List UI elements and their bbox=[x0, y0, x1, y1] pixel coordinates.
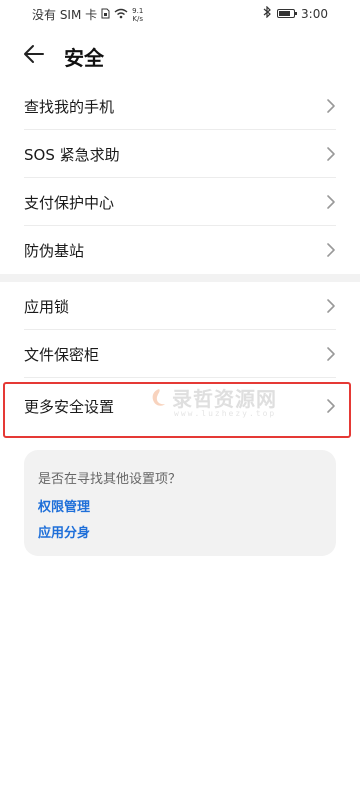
chevron-right-icon bbox=[326, 298, 336, 314]
anti-fake-base-station-item[interactable]: 防伪基站 bbox=[24, 226, 336, 274]
battery-level bbox=[279, 11, 291, 16]
header: 安全 bbox=[0, 34, 360, 74]
net-speed-value: 9.1 bbox=[132, 6, 144, 15]
chevron-right-icon bbox=[326, 194, 336, 210]
settings-group-2: 应用锁 文件保密柜 更多安全设置 bbox=[24, 282, 336, 434]
item-label: 查找我的手机 bbox=[24, 98, 115, 116]
wifi-icon bbox=[114, 8, 128, 22]
file-safe-item[interactable]: 文件保密柜 bbox=[24, 330, 336, 378]
suggestion-question: 是否在寻找其他设置项？ bbox=[38, 472, 182, 487]
back-button[interactable] bbox=[22, 42, 50, 66]
item-label: SOS 紧急求助 bbox=[24, 146, 120, 164]
arrow-left-icon bbox=[22, 45, 46, 70]
item-label: 防伪基站 bbox=[24, 242, 85, 260]
app-twin-link[interactable]: 应用分身 bbox=[38, 522, 90, 541]
security-settings-screen: 没有 SIM 卡 9.1 K/s 3:00 安全 查找我的手机 SOS 紧急求助… bbox=[0, 0, 360, 800]
chevron-right-icon bbox=[326, 98, 336, 114]
sos-emergency-item[interactable]: SOS 紧急求助 bbox=[24, 130, 336, 178]
status-left: 没有 SIM 卡 9.1 K/s bbox=[32, 6, 143, 23]
group-divider bbox=[0, 274, 360, 282]
carrier-text: 没有 SIM 卡 bbox=[32, 8, 98, 22]
suggestion-card: 是否在寻找其他设置项？ 权限管理 应用分身 bbox=[24, 450, 336, 556]
settings-group-1: 查找我的手机 SOS 紧急求助 支付保护中心 防伪基站 bbox=[24, 82, 336, 274]
chevron-right-icon bbox=[326, 146, 336, 162]
chevron-right-icon bbox=[326, 398, 336, 414]
sim-icon bbox=[101, 8, 110, 22]
app-lock-item[interactable]: 应用锁 bbox=[24, 282, 336, 330]
net-speed: 9.1 K/s bbox=[132, 7, 143, 23]
page-title: 安全 bbox=[64, 46, 104, 70]
status-bar: 没有 SIM 卡 9.1 K/s 3:00 bbox=[0, 0, 360, 28]
item-label: 应用锁 bbox=[24, 298, 70, 316]
chevron-right-icon bbox=[326, 346, 336, 362]
more-security-settings-item[interactable]: 更多安全设置 bbox=[24, 378, 336, 434]
battery-icon bbox=[277, 9, 298, 18]
payment-protection-item[interactable]: 支付保护中心 bbox=[24, 178, 336, 226]
find-my-phone-item[interactable]: 查找我的手机 bbox=[24, 82, 336, 130]
status-right: 3:00 bbox=[263, 5, 328, 21]
clock-time: 3:00 bbox=[301, 6, 328, 21]
chevron-right-icon bbox=[326, 242, 336, 258]
bluetooth-icon bbox=[263, 5, 271, 21]
item-label: 支付保护中心 bbox=[24, 194, 115, 212]
item-label: 更多安全设置 bbox=[24, 398, 115, 416]
permission-management-link[interactable]: 权限管理 bbox=[38, 496, 90, 515]
item-label: 文件保密柜 bbox=[24, 346, 100, 364]
net-speed-unit: K/s bbox=[132, 14, 144, 23]
